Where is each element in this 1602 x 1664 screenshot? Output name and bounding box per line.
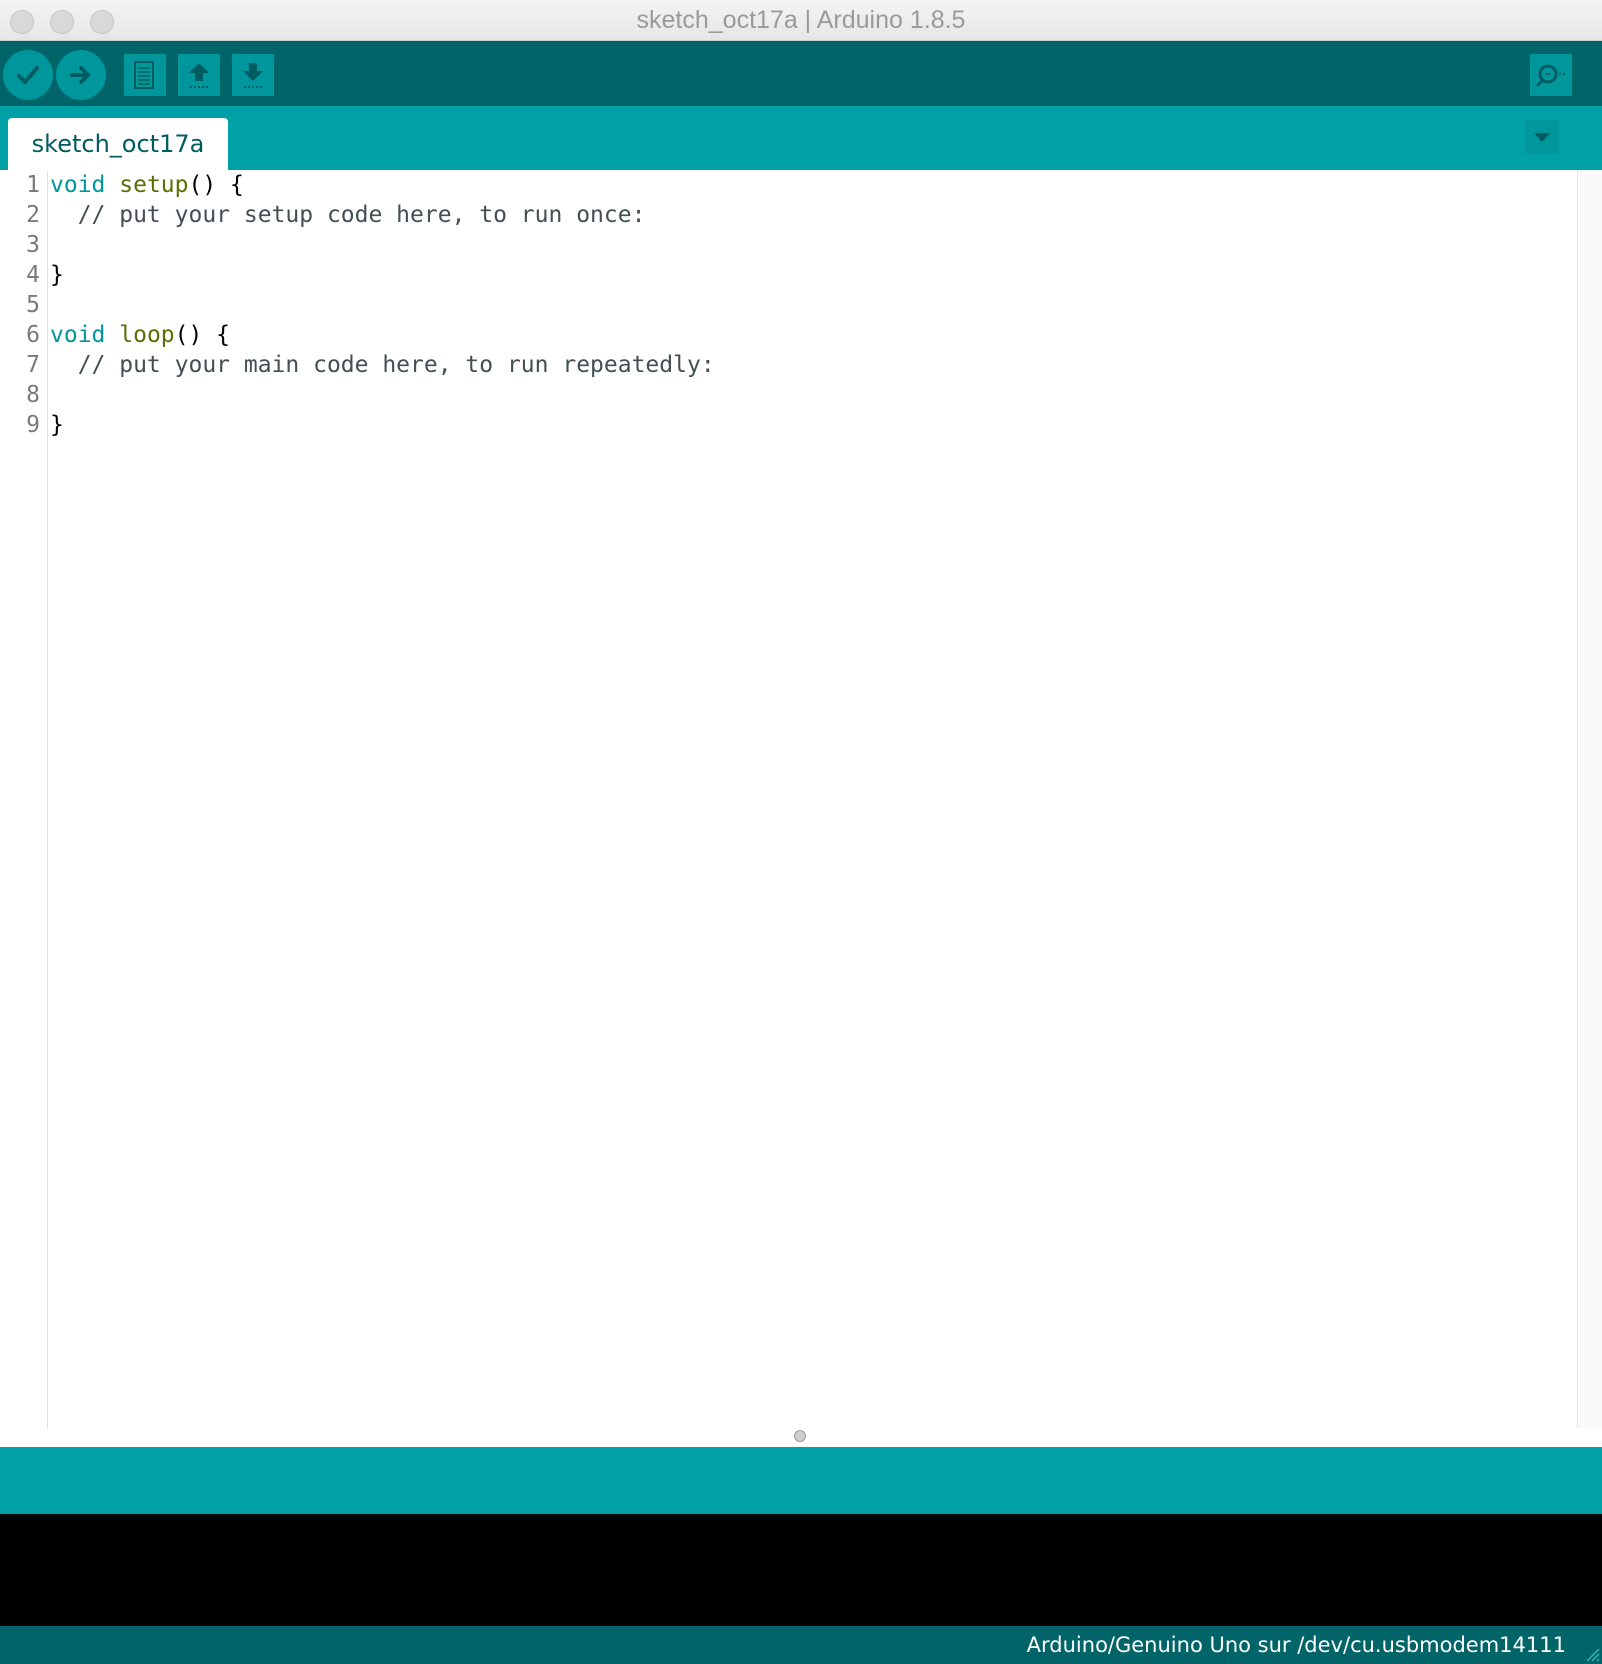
keyword: void — [50, 172, 106, 198]
editor-scrollbar[interactable] — [1577, 170, 1602, 1428]
code-punctuation: () { — [174, 322, 231, 348]
code-line: void loop() { — [50, 320, 715, 350]
code-line: void setup() { — [50, 170, 715, 200]
tab-label: sketch_oct17a — [31, 130, 205, 158]
upload-button[interactable] — [56, 50, 106, 100]
line-numbers: 1 2 3 4 5 6 7 8 9 — [0, 170, 40, 440]
code-editor[interactable]: 1 2 3 4 5 6 7 8 9 void setup() { // put … — [0, 170, 1602, 1442]
chevron-down-icon — [1534, 133, 1550, 142]
line-number: 2 — [26, 202, 40, 228]
tab-bar: sketch_oct17a — [0, 106, 1602, 170]
download-arrow-icon — [243, 63, 263, 88]
code-comment: // put your setup code here, to run once… — [50, 202, 646, 228]
line-number: 7 — [26, 352, 40, 378]
split-pane-handle[interactable] — [794, 1430, 806, 1442]
checkmark-icon — [17, 66, 39, 84]
function-name: loop — [119, 322, 175, 348]
board-port-status: Arduino/Genuino Uno sur /dev/cu.usbmodem… — [1026, 1633, 1566, 1657]
line-number: 6 — [26, 322, 40, 348]
verify-button[interactable] — [3, 50, 53, 100]
serial-monitor-button[interactable] — [1530, 54, 1572, 96]
arduino-ide-window: sketch_oct17a | Arduino 1.8.5 sketch_oct… — [0, 0, 1602, 1664]
code-text[interactable]: void setup() { // put your setup code he… — [50, 170, 715, 440]
line-number: 9 — [26, 412, 40, 438]
arrow-right-icon — [70, 66, 90, 84]
line-number: 5 — [26, 292, 40, 318]
upload-arrow-icon — [189, 63, 209, 88]
function-name: setup — [119, 172, 189, 198]
line-number: 4 — [26, 262, 40, 288]
open-sketch-button[interactable] — [178, 54, 220, 96]
window-title: sketch_oct17a | Arduino 1.8.5 — [636, 6, 966, 34]
code-line: } — [50, 412, 64, 438]
tab-menu-button[interactable] — [1525, 120, 1559, 154]
title-bar[interactable]: sketch_oct17a | Arduino 1.8.5 — [0, 0, 1602, 41]
code-comment: // put your main code here, to run repea… — [50, 352, 715, 378]
line-number-gutter: 1 2 3 4 5 6 7 8 9 — [0, 170, 48, 1428]
line-number: 3 — [26, 232, 40, 258]
magnifier-icon — [1536, 64, 1565, 87]
tab-sketch[interactable]: sketch_oct17a — [8, 118, 228, 170]
line-number: 1 — [26, 172, 40, 198]
line-number: 8 — [26, 382, 40, 408]
code-punctuation: () { — [188, 172, 244, 198]
new-sketch-button[interactable] — [124, 54, 166, 96]
save-sketch-button[interactable] — [232, 54, 274, 96]
resize-grip-icon[interactable] — [1582, 1644, 1600, 1662]
output-console[interactable] — [0, 1514, 1602, 1626]
message-bar — [0, 1447, 1602, 1514]
status-bar: Arduino/Genuino Uno sur /dev/cu.usbmodem… — [0, 1626, 1602, 1664]
code-line: } — [50, 262, 64, 288]
keyword: void — [50, 322, 106, 348]
new-file-icon — [134, 61, 154, 89]
toolbar — [0, 41, 1602, 106]
